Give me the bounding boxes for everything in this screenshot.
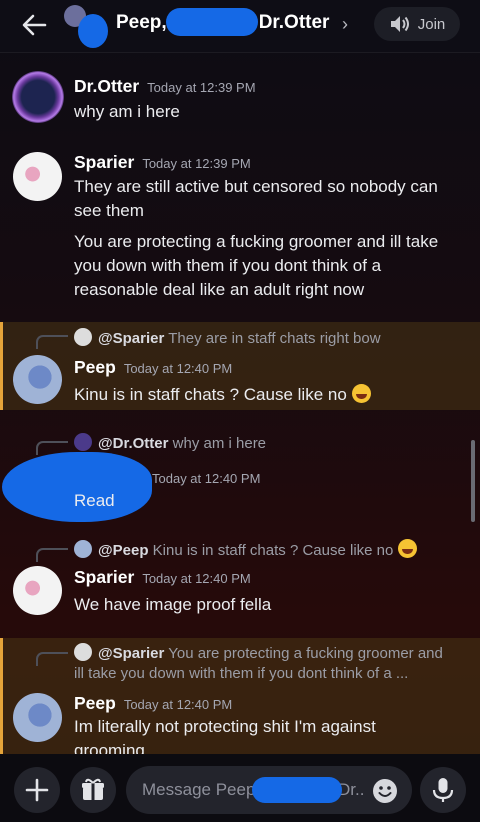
message-author[interactable]: Today at 12:40 PM [144, 467, 260, 488]
laughing-emoji-icon [397, 539, 417, 558]
join-call-button[interactable]: Join [374, 7, 460, 41]
message-highlighted[interactable]: @Sparier They are in staff chats right b… [0, 322, 480, 410]
timestamp: Today at 12:39 PM [147, 80, 256, 95]
avatar[interactable] [13, 355, 62, 404]
message-highlighted[interactable]: @Sparier You are protecting a fucking gr… [0, 638, 480, 754]
reply-connector [36, 548, 68, 562]
join-label: Join [417, 15, 446, 33]
scrollbar[interactable] [471, 440, 475, 522]
message-composer: Message Peep Dr.. [0, 754, 480, 822]
redaction-blot [252, 777, 342, 803]
reply-connector [36, 652, 68, 666]
avatar[interactable] [13, 152, 62, 201]
message[interactable]: Sparier Today at 12:39 PM They are still … [0, 148, 480, 308]
mention-highlight-bar [0, 638, 3, 754]
channel-header: Peep, Dr.Otter › Join [0, 0, 480, 52]
reply-preview[interactable]: @Dr.Otter why am i here [74, 433, 266, 452]
message-text: why am i here [74, 102, 180, 121]
redaction-blot [78, 14, 108, 48]
gift-icon [82, 778, 104, 800]
chevron-right-icon: › [342, 14, 348, 34]
microphone-icon [432, 778, 454, 802]
avatar [74, 643, 92, 661]
mention-highlight-bar [0, 322, 3, 410]
avatar [74, 433, 92, 451]
timestamp: Today at 12:40 PM [123, 697, 233, 712]
emoji-icon[interactable] [372, 778, 398, 804]
message-text: Im literally not protecting shit I'm aga… [74, 717, 376, 754]
timestamp: Today at 12:40 PM [152, 471, 261, 486]
plus-icon [25, 778, 49, 802]
avatar[interactable] [13, 693, 62, 742]
title-name-2: Dr.Otter [258, 12, 330, 33]
message[interactable]: Dr.Otter Today at 12:39 PM why am i here [0, 64, 480, 134]
avatar [74, 328, 92, 346]
voice-message-button[interactable] [420, 767, 466, 813]
timestamp: Today at 12:40 PM [123, 361, 233, 376]
avatar[interactable] [13, 566, 62, 615]
divider [0, 52, 480, 53]
laughing-emoji-icon [351, 384, 371, 403]
reply-connector [36, 335, 68, 349]
avatar [74, 540, 92, 558]
message-text: We have image proof fella [74, 595, 272, 614]
reply-preview: ill take you down with them if you dont … [74, 665, 409, 682]
message-text: You are protecting a fucking groomer and… [74, 232, 439, 299]
message-text: They are still active but censored so no… [74, 177, 438, 220]
reply-preview[interactable]: @Sparier You are protecting a fucking gr… [74, 643, 443, 662]
speaker-icon [390, 16, 409, 32]
reply-preview[interactable]: @Sparier They are in staff chats right b… [74, 328, 381, 347]
message-text: Read [74, 491, 115, 510]
message[interactable]: @Dr.Otter why am i here Today at 12:40 P… [0, 430, 480, 522]
message-author[interactable]: Peep Today at 12:40 PM [74, 693, 232, 714]
timestamp: Today at 12:39 PM [142, 156, 251, 171]
timestamp: Today at 12:40 PM [142, 571, 251, 586]
gift-button[interactable] [70, 767, 116, 813]
reply-preview[interactable]: @Peep Kinu is in staff chats ? Cause lik… [74, 539, 417, 559]
add-attachment-button[interactable] [14, 767, 60, 813]
message-author[interactable]: Sparier Today at 12:39 PM [74, 152, 251, 173]
redaction-blot [166, 8, 258, 36]
title-name-1: Peep, [116, 12, 167, 33]
message[interactable]: @Peep Kinu is in staff chats ? Cause lik… [0, 536, 480, 626]
message-author[interactable]: Peep Today at 12:40 PM [74, 357, 232, 378]
message-author[interactable]: Dr.Otter Today at 12:39 PM [74, 76, 256, 97]
avatar[interactable] [12, 71, 64, 123]
message-author[interactable]: Sparier Today at 12:40 PM [74, 567, 251, 588]
message-text: Kinu is in staff chats ? Cause like no [74, 383, 466, 407]
arrow-left-icon[interactable] [20, 11, 48, 39]
